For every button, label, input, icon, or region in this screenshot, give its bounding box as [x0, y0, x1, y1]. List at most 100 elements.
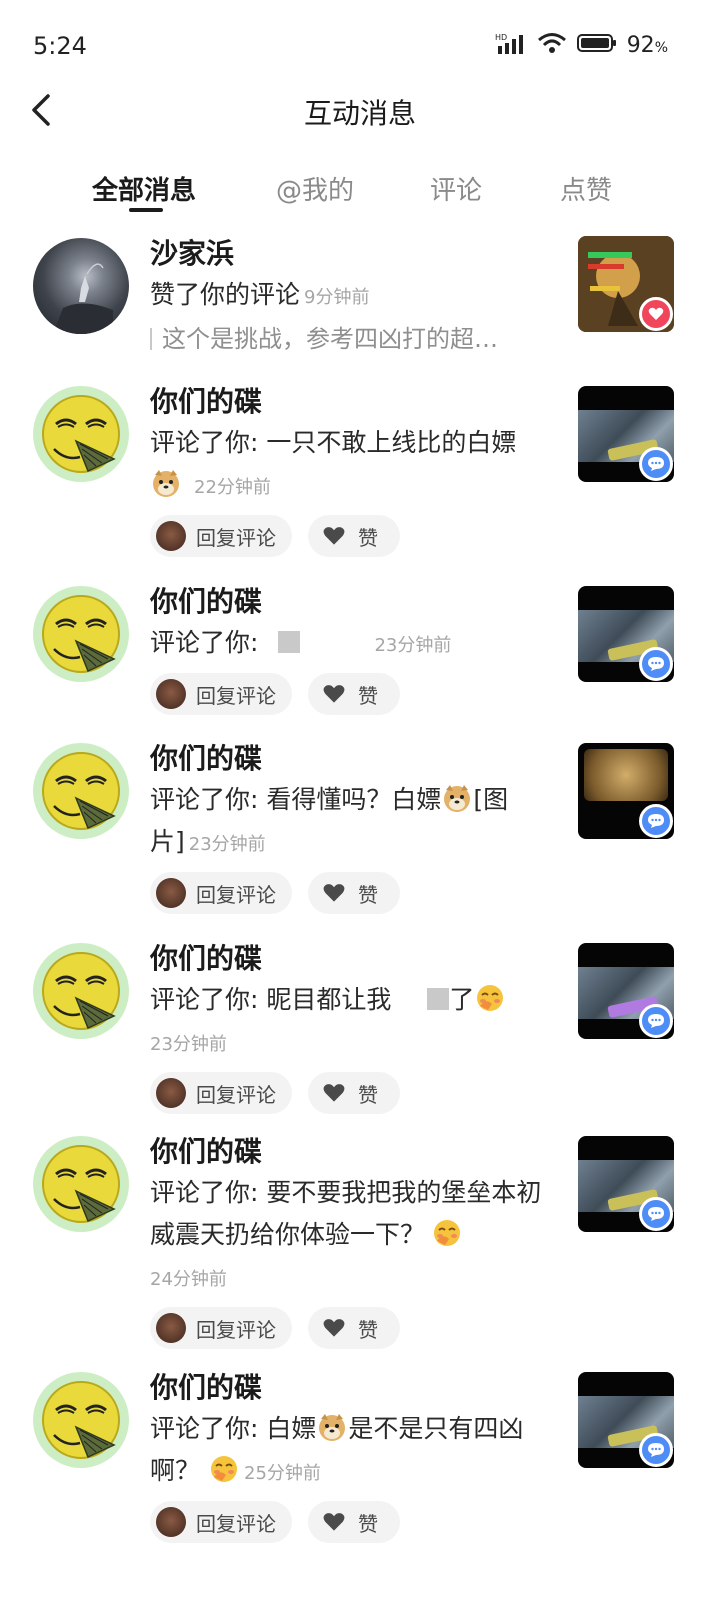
- comment-bubble-icon: [648, 1014, 664, 1028]
- avatar[interactable]: [33, 1372, 129, 1468]
- like-button[interactable]: 赞: [308, 1501, 400, 1543]
- message-item[interactable]: 你们的碟 评论了你: 看得懂吗？白嫖 [图片] 23分钟前 回复评论 赞: [0, 737, 720, 937]
- message-text: 评论了你: 看得懂吗？白嫖 [图片] 23分钟前: [150, 779, 550, 866]
- avatar[interactable]: [33, 943, 129, 1039]
- heart-icon: [323, 1084, 345, 1102]
- status-time: 5:24: [33, 32, 87, 60]
- doge-emoji-icon: [316, 1411, 348, 1443]
- battery-icon: [576, 32, 617, 58]
- action-row: 回复评论 赞: [150, 673, 550, 715]
- comment-bubble-icon: [648, 457, 664, 471]
- message-item[interactable]: 你们的碟 评论了你: 白嫖 是不是只有四凶啊？ 25分钟前 回复评论 赞: [0, 1366, 720, 1566]
- redacted-block: [278, 631, 301, 653]
- avatar[interactable]: [33, 586, 129, 682]
- smiley-fan-avatar-icon: [36, 946, 126, 1036]
- comment-bubble-icon: [648, 1443, 664, 1457]
- smiley-fan-avatar-icon: [36, 589, 126, 679]
- comment-badge: [639, 447, 673, 481]
- avatar[interactable]: [33, 386, 129, 482]
- comment-badge: [639, 647, 673, 681]
- signal-icon: HD: [495, 32, 527, 58]
- reply-comment-button[interactable]: 回复评论: [150, 1501, 292, 1543]
- message-text: 评论了你: 23分钟前: [150, 628, 452, 657]
- action-row: 回复评论 赞: [150, 1072, 550, 1114]
- page-title: 互动消息: [303, 97, 416, 130]
- heart-icon: [323, 1319, 345, 1337]
- comment-badge: [639, 1004, 673, 1038]
- timestamp: 25分钟前: [244, 1463, 321, 1484]
- action-row: 回复评论 赞: [150, 872, 550, 914]
- username[interactable]: 你们的碟: [150, 739, 550, 779]
- tab-mentions[interactable]: @我的: [276, 170, 354, 207]
- message-item[interactable]: 你们的碟 评论了你: 一只不敢上线比的白嫖 22分钟前 回复评论 赞: [0, 380, 720, 580]
- like-button[interactable]: 赞: [308, 872, 400, 914]
- username[interactable]: 沙家浜: [150, 234, 550, 274]
- like-button[interactable]: 赞: [308, 1307, 400, 1349]
- message-text-line: 23分钟前: [150, 1021, 550, 1066]
- reply-comment-button[interactable]: 回复评论: [150, 1307, 292, 1349]
- message-content: 你们的碟 评论了你: 白嫖 是不是只有四凶啊？ 25分钟前 回复评论 赞: [150, 1368, 550, 1543]
- avatar[interactable]: [33, 238, 129, 334]
- action-row: 回复评论 赞: [150, 1307, 550, 1349]
- active-tab-indicator: [129, 208, 163, 212]
- message-feed: 沙家浜 赞了你的评论 9分钟前 这个是挑战，参考四凶打的超… 你们的碟 评论了你…: [0, 230, 720, 1566]
- message-item[interactable]: 沙家浜 赞了你的评论 9分钟前 这个是挑战，参考四凶打的超…: [0, 230, 720, 380]
- reply-comment-button[interactable]: 回复评论: [150, 1072, 292, 1114]
- smiley-fan-avatar-icon: [36, 1375, 126, 1465]
- heart-icon: [323, 685, 345, 703]
- username[interactable]: 你们的碟: [150, 1132, 550, 1172]
- smiley-fan-avatar-icon: [36, 389, 126, 479]
- message-content: 你们的碟 评论了你: 看得懂吗？白嫖 [图片] 23分钟前 回复评论 赞: [150, 739, 550, 914]
- tab-likes[interactable]: 点赞: [560, 170, 612, 207]
- timestamp: 23分钟前: [150, 1034, 227, 1055]
- message-item[interactable]: 你们的碟 评论了你: 昵目都让我了 23分钟前 回复评论 赞: [0, 937, 720, 1130]
- username[interactable]: 你们的碟: [150, 939, 550, 979]
- shy-emoji-icon: [208, 1453, 240, 1485]
- avatar[interactable]: [33, 1136, 129, 1232]
- comment-badge: [639, 1433, 673, 1467]
- like-button[interactable]: 赞: [308, 1072, 400, 1114]
- message-item[interactable]: 你们的碟 评论了你: 23分钟前 回复评论 赞: [0, 580, 720, 737]
- reply-comment-button[interactable]: 回复评论: [150, 872, 292, 914]
- tab-bar: 全部消息 @我的 评论 点赞: [0, 166, 720, 226]
- action-row: 回复评论 赞: [150, 515, 550, 557]
- like-button[interactable]: 赞: [308, 673, 400, 715]
- mini-avatar: [156, 521, 186, 551]
- timestamp: 23分钟前: [374, 635, 452, 656]
- tab-all[interactable]: 全部消息: [92, 170, 196, 207]
- avatar[interactable]: [33, 743, 129, 839]
- timestamp: 23分钟前: [188, 834, 266, 855]
- network-label: HD: [495, 33, 507, 42]
- heart-icon: [323, 527, 345, 545]
- message-text: 评论了你: 白嫖 是不是只有四凶啊？ 25分钟前: [150, 1408, 550, 1495]
- message-text: 评论了你: 要不要我把我的堡垒本初威震天扔给你体验一下？: [150, 1178, 542, 1249]
- message-item[interactable]: 你们的碟 评论了你: 要不要我把我的堡垒本初威震天扔给你体验一下？ 24分钟前 …: [0, 1130, 720, 1366]
- username[interactable]: 你们的碟: [150, 582, 550, 622]
- message-text-line: 24分钟前: [150, 1256, 550, 1301]
- battery-percent: 92%: [626, 32, 668, 58]
- smiley-fan-avatar-icon: [36, 746, 126, 836]
- mini-avatar: [156, 1313, 186, 1343]
- username[interactable]: 你们的碟: [150, 1368, 550, 1408]
- message-content: 你们的碟 评论了你: 23分钟前 回复评论 赞: [150, 582, 550, 715]
- quoted-comment[interactable]: 这个是挑战，参考四凶打的超…: [150, 319, 550, 359]
- timestamp: 22分钟前: [194, 477, 271, 498]
- message-content: 你们的碟 评论了你: 要不要我把我的堡垒本初威震天扔给你体验一下？ 24分钟前 …: [150, 1132, 550, 1349]
- reply-comment-button[interactable]: 回复评论: [150, 515, 292, 557]
- username[interactable]: 你们的碟: [150, 382, 550, 422]
- mini-avatar: [156, 1078, 186, 1108]
- timestamp: 24分钟前: [150, 1269, 227, 1290]
- shy-emoji-icon: [474, 982, 506, 1014]
- tab-comments[interactable]: 评论: [430, 170, 482, 207]
- doge-emoji-icon: [150, 467, 182, 499]
- shy-emoji-icon: [431, 1217, 463, 1249]
- nav-bar: 互动消息: [0, 80, 720, 140]
- message-text: 评论了你: 一只不敢上线比的白嫖: [150, 428, 517, 457]
- status-bar: 5:24 HD 92%: [0, 0, 720, 92]
- like-button[interactable]: 赞: [308, 515, 400, 557]
- redacted-block: [427, 988, 450, 1010]
- message-content: 你们的碟 评论了你: 昵目都让我了 23分钟前 回复评论 赞: [150, 939, 550, 1114]
- mini-avatar: [156, 1507, 186, 1537]
- comment-bubble-icon: [648, 814, 664, 828]
- reply-comment-button[interactable]: 回复评论: [150, 673, 292, 715]
